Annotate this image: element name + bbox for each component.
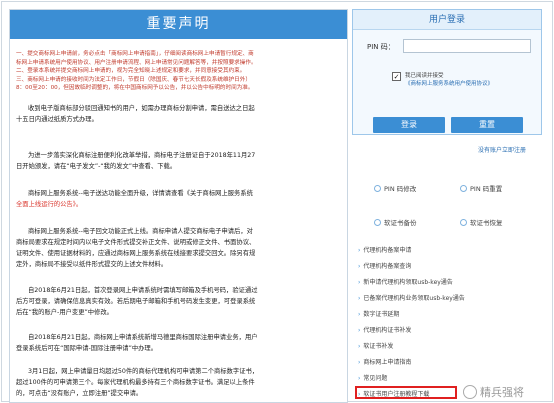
link-label: 代理机构证书补发 (363, 327, 412, 334)
paragraph-line: 证明文件、使用证据材料的，应通过商标网上服务系统在线接要求提交回文。除另有规 (16, 250, 256, 257)
paragraph-line: 商标局要求在规定时间内以电子文件形式提交补正文件、说明或修正文件、书面协议、 (16, 239, 256, 246)
arrow-icon: › (358, 263, 361, 270)
link-item[interactable]: › 已备案代理机构业务领取usb-key通告 (358, 293, 465, 302)
paragraph-line: 为进一步落实深化商标注册便利化改革举措，商标电子注册证自于2018年11月27 (28, 152, 256, 159)
announcement-banner: 重要声明 (10, 10, 347, 39)
paragraph-electronic-delivery: 商标网上服务系统--电子送达功能全面升级，详情请查看《关于商标网上服务系统 全面… (16, 188, 344, 210)
link-item[interactable]: › 软证书补发 (358, 341, 393, 350)
notice-line: 8：00至20：00，但因故临时调整的，将在中国商标网予以公告，并以公告中标明的… (16, 85, 254, 92)
restore-icon (460, 219, 467, 226)
cert-backup-action[interactable]: 软证书备份 (374, 217, 417, 227)
notice-block: 一、提交商标网上申请前，务必点击「商标网上申请指南」，仔细阅读商标网上申请暂行规… (16, 50, 344, 93)
agree-label: 我已阅读并接受 (405, 73, 444, 79)
link-item[interactable]: › 代理机构备案查询 (358, 261, 411, 270)
notice-line: 一、提交商标网上申请前，务必点击「商标网上申请指南」，仔细阅读商标网上申请暂行规… (16, 51, 254, 57)
action-label: PIN 码修改 (384, 185, 417, 193)
link-label: 软证书补发 (363, 343, 394, 350)
action-label: 软证书备份 (384, 219, 417, 227)
watermark-text: 精兵强将 (480, 386, 524, 399)
paragraph-line: 登录系统后可在“国际申请-国际注册申请”中办理。 (16, 345, 158, 352)
arrow-icon: › (358, 279, 361, 286)
pin-reset-action[interactable]: PIN 码重置 (460, 183, 502, 193)
paragraph-line: 后方可登录，请确保信息真实有效。若后期电子邮箱和手机号码发生变更，可登录系统 (16, 298, 256, 305)
link-item[interactable]: › 常见问题 (358, 373, 387, 382)
arrow-icon: › (358, 295, 361, 302)
user-agreement-link[interactable]: 《商标网上服务系统用户使用协议》 (405, 80, 493, 88)
arrow-icon: › (358, 247, 361, 254)
link-label: 商标网上申请指南 (363, 359, 412, 366)
notice-line: 标网上申请系统用户使用协议、用户注册申请流程、网上申请常见问题解答等，并按照要求… (16, 59, 257, 66)
link-item[interactable]: › 数字证书延期 (358, 309, 399, 318)
link-item[interactable]: › 代理机构备案申请 (358, 245, 411, 254)
watermark: 精兵强将 (463, 384, 524, 400)
arrow-icon: › (358, 359, 361, 366)
paragraph-line: 超过100件的可申请第三个。每家代理机构最多持有三个商标数字证书。满足以上条件 (16, 379, 255, 386)
backup-icon (374, 219, 381, 226)
notice-line: 二、登录本系统并提交商标网上申请的，视为完全知晓上述规定和要求，并同意接受其约束… (16, 68, 246, 75)
link-item[interactable]: › 商标网上申请指南 (358, 357, 411, 366)
pin-label: PIN 码： (367, 43, 395, 51)
link-label: 数字证书延期 (363, 311, 400, 318)
paragraph-login-verify: 自2018年6月21日起，首次登录网上申请系统时需填写邮箱及手机号码，验证通过 … (16, 285, 344, 318)
highlight-box (355, 386, 457, 399)
arrow-icon: › (358, 343, 361, 350)
link-label: 代理机构备案申请 (363, 247, 412, 254)
link-label: 已备案代理机构业务领取usb-key通告 (363, 295, 465, 302)
key-icon (374, 185, 381, 192)
paragraph-line: 自2018年6月21日起，首次登录网上申请系统时需填写邮箱及手机号码，验证通过 (28, 287, 258, 294)
pin-input[interactable] (403, 39, 531, 53)
arrow-icon: › (358, 327, 361, 334)
paragraph-line: 十五日内通过纸质方式办理。 (16, 116, 98, 123)
paragraph-certificate: 为进一步落实深化商标注册便利化改革举措，商标电子注册证自于2018年11月27 … (16, 150, 344, 172)
paragraph-line: 3月1日起，网上申请量日均超过50件的商标代理机构可申请第二个商标数字证书， (28, 368, 259, 375)
login-title: 用户登录 (353, 10, 541, 30)
link-label: 新申请代理机构领取usb-key通告 (363, 279, 453, 286)
paragraph-line: 商标网上服务系统--电子送达功能全面升级，详情请查看《关于商标网上服务系统 (28, 190, 253, 197)
paragraph-line: 收到电子版商标部分驳回通知书的用户，如需办理商标分割申请，需自送达之日起 (28, 105, 255, 112)
arrow-icon: › (358, 311, 361, 318)
pin-change-action[interactable]: PIN 码修改 (374, 183, 416, 193)
link-label: 常见问题 (363, 375, 388, 382)
paragraph-line: 的，可点击“没有账户，立即注册”提交申请。 (16, 390, 143, 397)
agree-text: 我已阅读并接受 《商标网上服务系统用户使用协议》 (405, 72, 493, 88)
announcement-panel: 重要声明 一、提交商标网上申请前，务必点击「商标网上申请指南」，仔细阅读商标网上… (9, 9, 348, 403)
paragraph-line: 日开始颁发，请在“电子发文”-“我的发文”中查看、下载。 (16, 163, 177, 170)
announcement-link[interactable]: 全面上线运行的公告》。 (16, 199, 344, 210)
paragraph-split: 收到电子版商标部分驳回通知书的用户，如需办理商标分割申请，需自送达之日起 十五日… (16, 103, 344, 125)
refresh-icon (460, 185, 467, 192)
notice-line: 三、商标网上申请的接收时间为法定工作日，节假日（除国庆、春节七天长假及系统维护日… (16, 76, 251, 83)
login-button[interactable]: 登录 (373, 117, 445, 133)
cert-restore-action[interactable]: 软证书恢复 (460, 217, 503, 227)
agree-checkbox[interactable]: ✓ (392, 72, 401, 81)
sidebar: 用户登录 PIN 码： ✓ 我已阅读并接受 《商标网上服务系统用户使用协议》 登… (352, 9, 544, 403)
reset-button[interactable]: 重置 (451, 117, 523, 133)
paragraph-line: 商标网上服务系统--电子回文功能正式上线。商标申请人提交商标电子申请后，对 (28, 228, 253, 235)
arrow-icon: › (358, 375, 361, 382)
paragraph-madrid: 自2018年6月21日起，商标网上申请系统新增马德里商标国际注册申请业务，用户 … (16, 332, 344, 354)
paragraph-reply: 商标网上服务系统--电子回文功能正式上线。商标申请人提交商标电子申请后，对 商标… (16, 226, 344, 270)
link-item[interactable]: › 代理机构证书补发 (358, 325, 411, 334)
paragraph-line: 定外，商标局不接受以纸件形式提交的上述文件材料。 (16, 261, 168, 268)
wechat-logo-icon (463, 385, 477, 399)
action-label: PIN 码重置 (470, 185, 503, 193)
register-link[interactable]: 没有账户立即注册 (478, 145, 526, 154)
action-label: 软证书恢复 (470, 219, 503, 227)
paragraph-digital-cert: 3月1日起，网上申请量日均超过50件的商标代理机构可申请第二个商标数字证书， 超… (16, 366, 344, 399)
link-label: 代理机构备案查询 (363, 263, 412, 270)
paragraph-line: 自2018年6月21日起，商标网上申请系统新增马德里商标国际注册申请业务，用户 (28, 334, 258, 341)
link-item[interactable]: › 新申请代理机构领取usb-key通告 (358, 277, 453, 286)
paragraph-line: 后在“我的账户-用户变更”中修改。 (16, 309, 113, 316)
